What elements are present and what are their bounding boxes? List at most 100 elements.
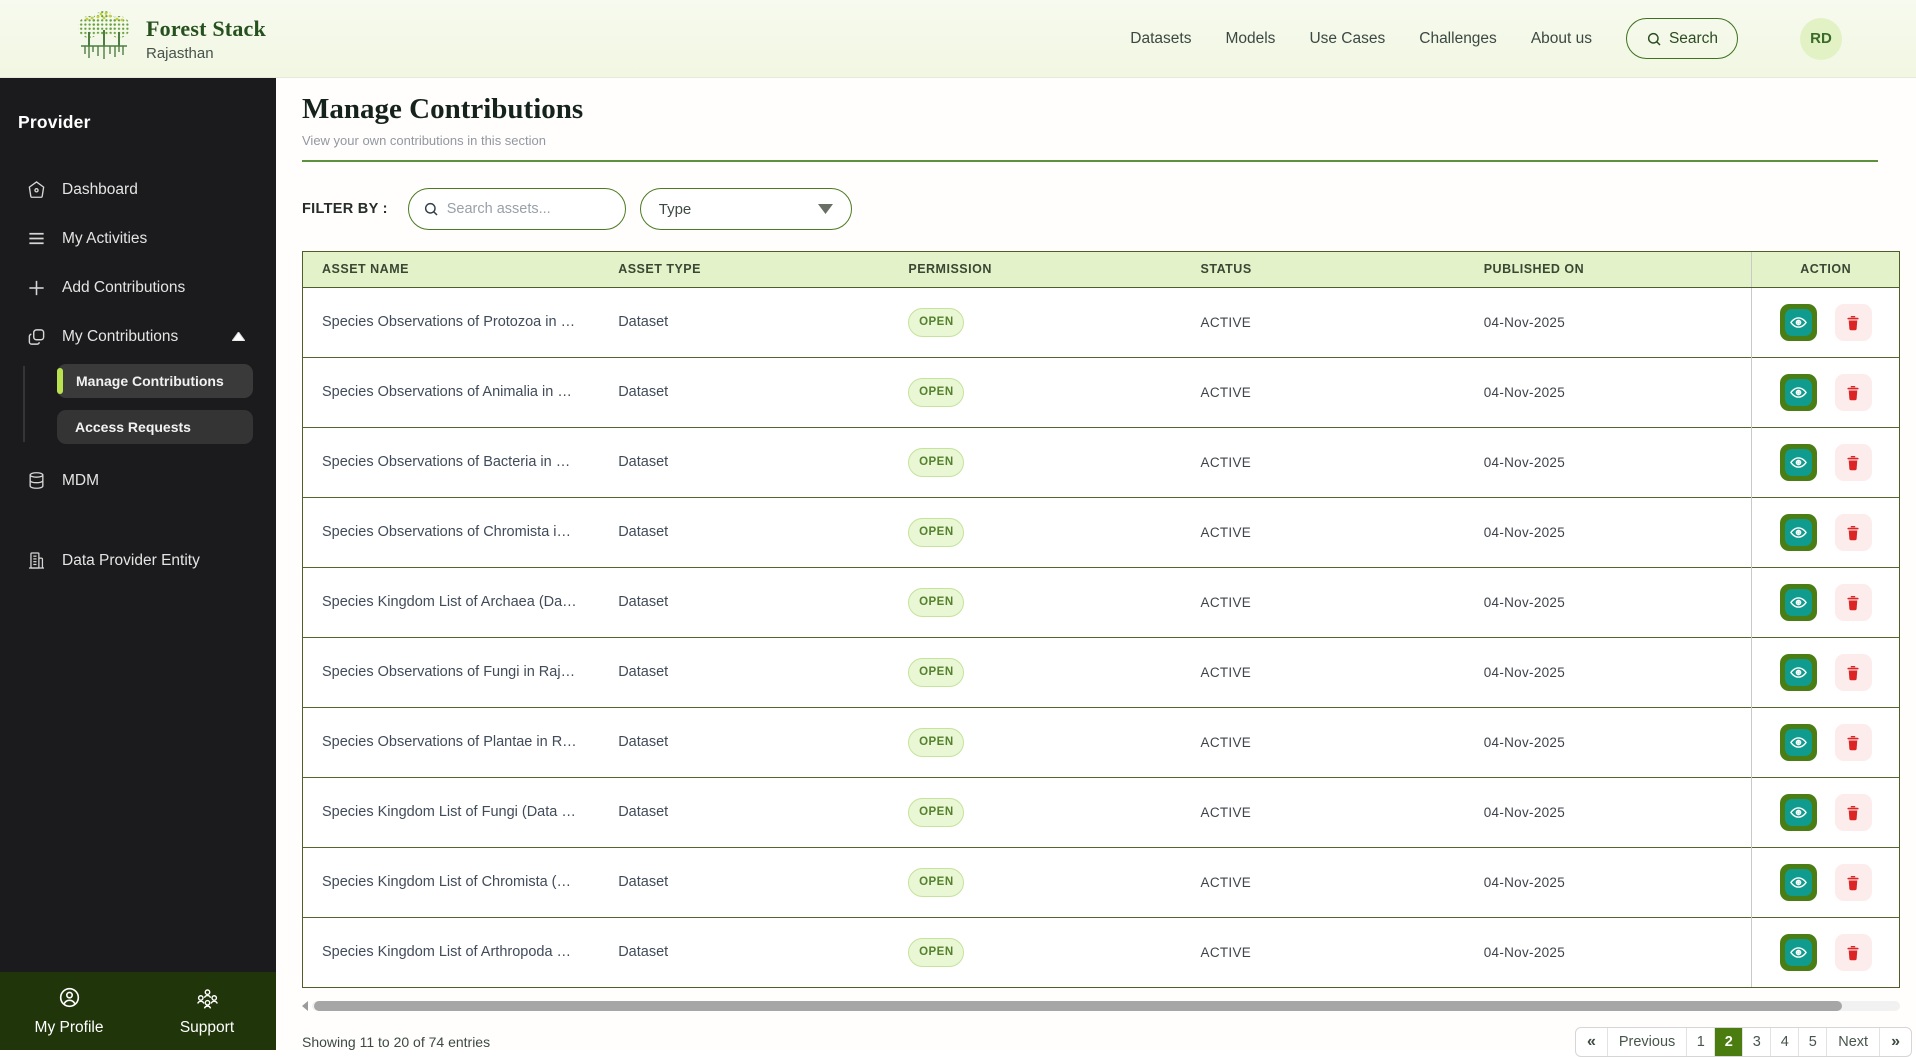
status-cell: ACTIVE: [1200, 636, 1484, 707]
page-button-3[interactable]: 3: [1742, 1028, 1770, 1056]
status-cell: ACTIVE: [1200, 916, 1484, 987]
view-button[interactable]: [1779, 653, 1817, 691]
sidebar-item-my-activities[interactable]: My Activities: [0, 214, 276, 263]
sidebar-footer: My Profile Support: [0, 972, 276, 1050]
asset-search-field[interactable]: [407, 188, 626, 230]
main-content: Manage Contributions View your own contr…: [276, 78, 1916, 1057]
asset-name-cell: Species Observations of Plantae in R…: [303, 706, 619, 777]
eye-icon: [1784, 518, 1812, 546]
action-cell: [1751, 776, 1899, 847]
asset-type-cell: Dataset: [618, 566, 909, 637]
table-row: Species Kingdom List of Archaea (Da… Dat…: [303, 566, 1899, 637]
sidebar-item-mdm[interactable]: MDM: [0, 456, 276, 505]
delete-button[interactable]: [1834, 723, 1872, 761]
view-button[interactable]: [1779, 373, 1817, 411]
permission-cell: OPEN: [908, 426, 1201, 497]
sidebar-subitem-access-requests[interactable]: Access Requests: [57, 410, 253, 444]
sidebar-item-my-contributions[interactable]: My Contributions: [0, 312, 276, 361]
database-icon: [27, 471, 46, 490]
delete-button[interactable]: [1834, 513, 1872, 551]
last-page-button[interactable]: »: [1879, 1028, 1911, 1056]
trash-icon: [1844, 733, 1862, 752]
sidebar-item-data-provider-entity[interactable]: Data Provider Entity: [0, 536, 276, 585]
page-button-5[interactable]: 5: [1798, 1028, 1826, 1056]
sidebar-menu: Dashboard My Activities Add Contribution…: [0, 165, 276, 585]
page-button-2-active[interactable]: 2: [1714, 1028, 1743, 1056]
col-status: STATUS: [1200, 252, 1484, 288]
delete-button[interactable]: [1834, 863, 1872, 901]
asset-name-cell: Species Observations of Protozoa in …: [303, 287, 619, 357]
brand[interactable]: Forest Stack Rajasthan: [75, 10, 266, 67]
search-assets-input[interactable]: [446, 201, 597, 217]
page-button-1[interactable]: 1: [1686, 1028, 1714, 1056]
published-on-cell: 04-Nov-2025: [1483, 356, 1752, 427]
action-cell: [1751, 426, 1899, 497]
sidebar-item-dashboard[interactable]: Dashboard: [0, 165, 276, 214]
trash-icon: [1844, 453, 1862, 472]
sidebar-item-label: My Contributions: [62, 327, 179, 345]
view-button[interactable]: [1779, 793, 1817, 831]
my-profile-button[interactable]: My Profile: [0, 972, 138, 1050]
table-row: Species Observations of Animalia in … Da…: [303, 356, 1899, 427]
avatar[interactable]: RD: [1800, 17, 1842, 60]
nav-models[interactable]: Models: [1225, 30, 1275, 48]
sidebar-subitem-manage-contributions[interactable]: Manage Contributions: [57, 364, 253, 398]
table-row: Species Observations of Bacteria in … Da…: [303, 426, 1899, 497]
sidebar-item-add-contributions[interactable]: Add Contributions: [0, 263, 276, 312]
published-on-cell: 04-Nov-2025: [1483, 566, 1752, 637]
view-button[interactable]: [1779, 863, 1817, 901]
next-page-button[interactable]: Next: [1826, 1028, 1879, 1056]
delete-button[interactable]: [1834, 303, 1872, 341]
chevron-up-icon[interactable]: [231, 328, 247, 346]
brand-title: Forest Stack: [146, 15, 266, 41]
view-button[interactable]: [1779, 933, 1817, 971]
brand-subtitle: Rajasthan: [146, 44, 214, 62]
entries-summary: Showing 11 to 20 of 74 entries: [302, 1034, 491, 1050]
delete-button[interactable]: [1834, 373, 1872, 411]
support-button[interactable]: Support: [138, 972, 276, 1050]
divider: [302, 160, 1878, 162]
status-cell: ACTIVE: [1200, 566, 1484, 637]
caret-down-icon: [817, 204, 833, 214]
trash-icon: [1844, 663, 1862, 682]
asset-type-cell: Dataset: [618, 776, 909, 847]
scrollbar-thumb[interactable]: [314, 1000, 1842, 1011]
scrollbar-track[interactable]: [312, 1000, 1900, 1011]
search-button[interactable]: Search: [1626, 18, 1738, 59]
nav-datasets[interactable]: Datasets: [1130, 30, 1191, 48]
view-button[interactable]: [1779, 443, 1817, 481]
active-accent-bar: [57, 368, 63, 394]
table-body: Species Observations of Protozoa in … Da…: [303, 287, 1899, 987]
previous-page-button[interactable]: Previous: [1606, 1028, 1686, 1056]
sidebar-subitem-label: Manage Contributions: [76, 373, 224, 389]
scroll-left-arrow-icon[interactable]: [302, 1000, 308, 1011]
delete-button[interactable]: [1834, 793, 1872, 831]
nav-about-us[interactable]: About us: [1531, 30, 1592, 48]
permission-badge: OPEN: [908, 377, 965, 407]
search-icon: [1646, 31, 1662, 47]
published-on-cell: 04-Nov-2025: [1483, 916, 1752, 987]
type-dropdown[interactable]: Type: [639, 188, 852, 230]
view-button[interactable]: [1779, 583, 1817, 621]
published-on-cell: 04-Nov-2025: [1483, 776, 1752, 847]
eye-icon: [1784, 308, 1812, 336]
sidebar-subitem-label: Access Requests: [75, 419, 191, 435]
delete-button[interactable]: [1834, 443, 1872, 481]
view-button[interactable]: [1779, 513, 1817, 551]
nav-use-cases[interactable]: Use Cases: [1309, 30, 1385, 48]
view-button[interactable]: [1779, 303, 1817, 341]
page-button-4[interactable]: 4: [1770, 1028, 1798, 1056]
view-button[interactable]: [1779, 723, 1817, 761]
delete-button[interactable]: [1834, 583, 1872, 621]
published-on-cell: 04-Nov-2025: [1483, 426, 1752, 497]
permission-badge: OPEN: [908, 517, 965, 547]
trash-icon: [1844, 803, 1862, 822]
asset-name-cell: Species Observations of Bacteria in …: [303, 426, 619, 497]
sidebar-section-label: Provider: [18, 112, 91, 132]
first-page-button[interactable]: «: [1576, 1028, 1607, 1056]
delete-button[interactable]: [1834, 653, 1872, 691]
nav-challenges[interactable]: Challenges: [1419, 30, 1497, 48]
trash-icon: [1844, 943, 1862, 962]
permission-cell: OPEN: [908, 287, 1201, 357]
delete-button[interactable]: [1834, 933, 1872, 971]
